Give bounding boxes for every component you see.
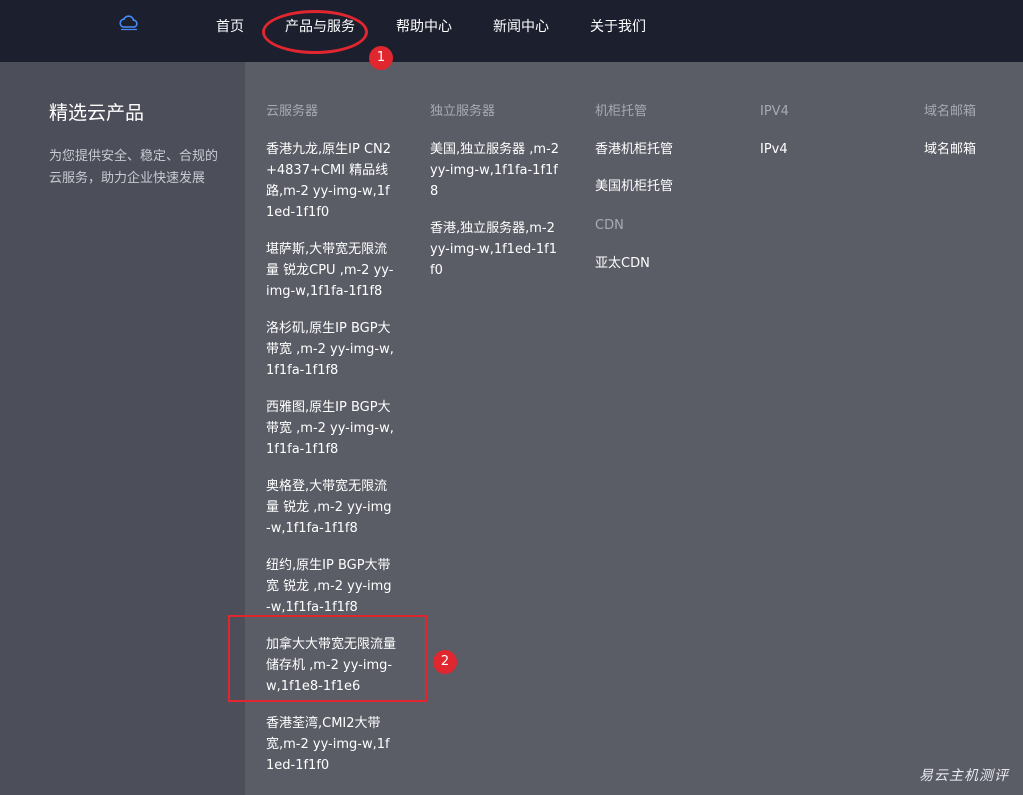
sidebar-title: 精选云产品 <box>49 102 145 124</box>
product-link-ipv4[interactable]: IPv4 <box>760 139 880 160</box>
product-link-ogden[interactable]: 奥格登,大带宽无限流量 锐龙 ,m-2 yy-img-w,1f1fa-1f1f8 <box>266 476 396 539</box>
column-heading-mail: 域名邮箱 <box>924 104 977 119</box>
annotation-badge-2: 2 <box>433 650 457 674</box>
product-link-new-york[interactable]: 纽约,原生IP BGP大带宽 锐龙 ,m-2 yy-img-w,1f1fa-1f… <box>266 555 396 618</box>
cloud-logo-icon[interactable] <box>118 14 140 32</box>
callout-ellipse <box>262 10 368 54</box>
nav-news-center[interactable]: 新闻中心 <box>493 18 549 36</box>
product-link-hk-dedicated[interactable]: 香港,独立服务器,m-2 yy-img-w,1f1ed-1f1f0 <box>430 218 560 281</box>
annotation-badge-1: 1 <box>369 46 393 70</box>
column-dedicated-servers: 独立服务器 美国,独立服务器 ,m-2 yy-img-w,1f1fa-1f1f8… <box>430 103 560 297</box>
product-link-us-dedicated[interactable]: 美国,独立服务器 ,m-2 yy-img-w,1f1fa-1f1f8 <box>430 139 560 202</box>
column-heading-cdn: CDN <box>595 218 624 233</box>
sidebar-description: 为您提供安全、稳定、合规的云服务，助力企业快速发展 <box>49 149 219 186</box>
nav-help-center[interactable]: 帮助中心 <box>396 18 452 36</box>
product-link-hk-cabinet[interactable]: 香港机柜托管 <box>595 139 725 160</box>
product-link-us-cabinet[interactable]: 美国机柜托管 <box>595 176 725 197</box>
nav-home[interactable]: 首页 <box>216 18 244 36</box>
column-heading-cloud: 云服务器 <box>266 104 319 119</box>
product-link-domain-mail[interactable]: 域名邮箱 <box>924 139 1019 160</box>
product-link-apac-cdn[interactable]: 亚太CDN <box>595 253 725 274</box>
column-heading-ipv4: IPV4 <box>760 104 789 119</box>
product-link-hk-kowloon[interactable]: 香港九龙,原生IP CN2+4837+CMI 精品线路,m-2 yy-img-w… <box>266 139 396 223</box>
column-domain-mail: 域名邮箱 域名邮箱 <box>924 103 1019 176</box>
product-link-seattle[interactable]: 西雅图,原生IP BGP大带宽 ,m-2 yy-img-w,1f1fa-1f1f… <box>266 397 396 460</box>
column-heading-dedicated: 独立服务器 <box>430 104 496 119</box>
callout-rectangle <box>228 615 427 702</box>
column-ipv4: IPV4 IPv4 <box>760 103 880 176</box>
nav-about-us[interactable]: 关于我们 <box>590 18 646 36</box>
watermark-text: 易云主机测评 <box>919 768 1009 784</box>
product-link-kansas[interactable]: 堪萨斯,大带宽无限流量 锐龙CPU ,m-2 yy-img-w,1f1fa-1f… <box>266 239 396 302</box>
top-navbar: 首页 产品与服务 帮助中心 新闻中心 关于我们 <box>0 0 1023 62</box>
column-heading-cabinet: 机柜托管 <box>595 104 648 119</box>
product-link-los-angeles[interactable]: 洛杉矶,原生IP BGP大带宽 ,m-2 yy-img-w,1f1fa-1f1f… <box>266 318 396 381</box>
column-cabinet-hosting: 机柜托管 香港机柜托管 美国机柜托管 CDN 亚太CDN <box>595 103 725 290</box>
product-link-hk-tsuen-wan[interactable]: 香港荃湾,CMI2大带宽,m-2 yy-img-w,1f1ed-1f1f0 <box>266 713 396 776</box>
